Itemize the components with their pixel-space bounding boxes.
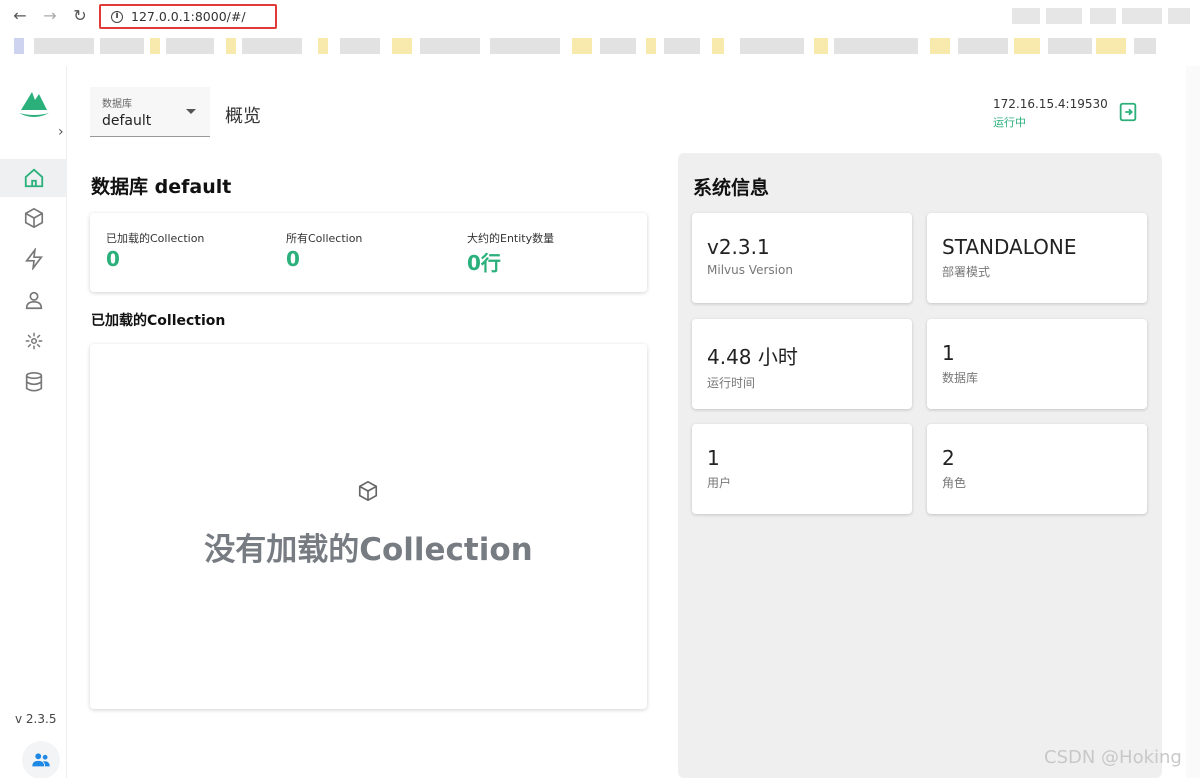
info-value: 1	[707, 446, 720, 470]
sidebar-item-system[interactable]	[0, 322, 67, 360]
stat-all-collections: 所有Collection 0	[286, 230, 362, 271]
info-card-roles: 2 角色	[927, 424, 1147, 514]
users-group-icon	[32, 753, 50, 767]
stat-label: 大约的Entity数量	[467, 232, 555, 245]
stats-card: 已加载的Collection 0 所有Collection 0 大约的Entit…	[90, 213, 647, 292]
url-text: 127.0.0.1:8000/#/	[131, 9, 246, 24]
browser-toolbar: ← → ↻ i 127.0.0.1:8000/#/	[0, 0, 1200, 32]
blurred-toolbar	[1168, 8, 1190, 24]
database-select-value: default	[102, 113, 152, 129]
info-label: 角色	[942, 476, 967, 490]
info-value: 2	[942, 446, 955, 470]
info-label: 数据库	[942, 371, 979, 385]
expand-chevron-icon[interactable]: ›	[58, 124, 64, 140]
caret-down-icon	[186, 109, 196, 114]
info-card-users: 1 用户	[692, 424, 912, 514]
loaded-collections-title: 已加载的Collection	[91, 313, 226, 329]
home-icon	[24, 168, 43, 188]
system-info-title: 系统信息	[693, 177, 770, 199]
blurred-toolbar	[1012, 8, 1040, 24]
info-value: 4.48 小时	[707, 345, 798, 369]
database-select-label: 数据库	[102, 99, 132, 110]
info-value: v2.3.1	[707, 235, 770, 259]
address-bar[interactable]: i 127.0.0.1:8000/#/	[99, 4, 277, 29]
info-card-version: v2.3.1 Milvus Version	[692, 213, 912, 303]
back-arrow-icon[interactable]: ←	[10, 6, 30, 26]
blurred-toolbar	[1122, 8, 1162, 24]
stat-loaded-collections: 已加载的Collection 0	[106, 230, 204, 271]
stat-value: 0	[286, 247, 300, 271]
info-label: 运行时间	[707, 376, 756, 390]
sidebar-item-users[interactable]	[0, 281, 67, 319]
server-address: 172.16.15.4:19530	[993, 97, 1108, 111]
sidebar-item-search[interactable]	[0, 240, 67, 278]
cube-icon	[24, 207, 43, 229]
page-scrollbar[interactable]	[1186, 66, 1200, 778]
bookmarks-bar-blurred	[0, 34, 1200, 58]
user-icon	[25, 291, 42, 310]
cube-icon	[358, 480, 378, 502]
reload-icon[interactable]: ↻	[70, 6, 90, 26]
watermark: CSDN @Hoking	[1044, 747, 1182, 768]
info-card-uptime: 4.48 小时 运行时间	[692, 319, 912, 409]
info-icon[interactable]: i	[111, 10, 123, 23]
info-card-deploy-mode: STANDALONE 部署模式	[927, 213, 1147, 303]
info-value: STANDALONE	[942, 235, 1077, 259]
stat-value: 0行	[467, 251, 501, 275]
logout-icon[interactable]	[1117, 101, 1139, 123]
forward-arrow-icon[interactable]: →	[40, 6, 60, 26]
stat-entity-count: 大约的Entity数量 0行	[467, 230, 554, 276]
stat-value: 0	[106, 247, 120, 271]
sidebar: › v 2.3.5	[0, 66, 67, 778]
stat-label: 已加载的Collection	[106, 232, 205, 245]
info-label: 用户	[707, 476, 732, 490]
info-card-databases: 1 数据库	[927, 319, 1147, 409]
blurred-toolbar	[1090, 8, 1116, 24]
server-status: 运行中	[993, 116, 1026, 129]
app-version: v 2.3.5	[15, 712, 57, 726]
lightning-icon	[24, 248, 43, 270]
sidebar-item-collections[interactable]	[0, 199, 67, 237]
info-label: Milvus Version	[707, 263, 793, 277]
empty-state-text: 没有加载的Collection	[204, 532, 533, 568]
page-title: 概览	[225, 106, 261, 127]
database-select[interactable]: 数据库 default	[90, 87, 210, 137]
system-info-panel: 系统信息 v2.3.1 Milvus Version STANDALONE 部署…	[678, 153, 1162, 778]
loaded-collections-empty-state: 没有加载的Collection	[90, 344, 647, 709]
database-icon	[25, 372, 42, 392]
info-value: 1	[942, 341, 955, 365]
user-menu-button[interactable]	[22, 741, 60, 778]
database-title: 数据库 default	[91, 176, 232, 198]
blurred-toolbar	[1046, 8, 1082, 24]
info-label: 部署模式	[942, 265, 991, 279]
milvus-logo-icon[interactable]	[17, 88, 51, 120]
stat-label: 所有Collection	[286, 232, 363, 245]
sidebar-item-databases[interactable]	[0, 363, 67, 401]
sidebar-item-overview[interactable]	[0, 159, 67, 197]
network-icon	[25, 332, 42, 350]
